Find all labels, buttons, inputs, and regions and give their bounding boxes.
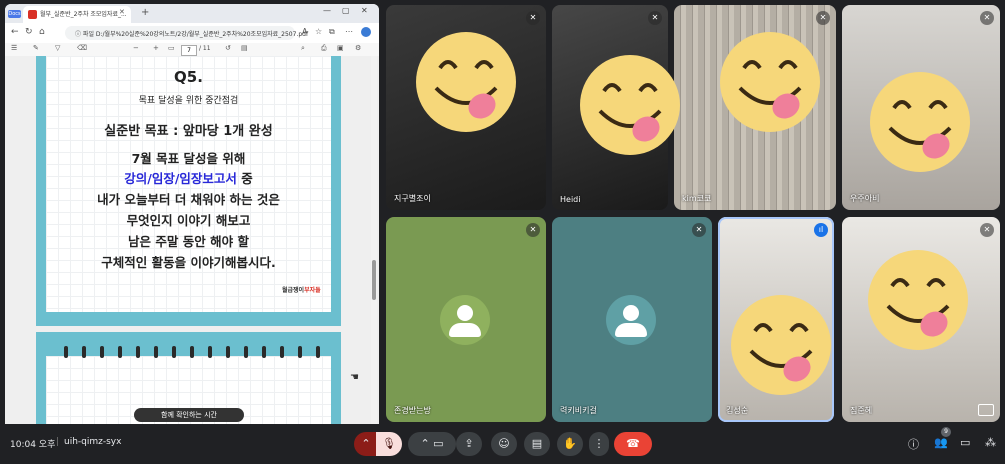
emoji-face-overlays: [414, 30, 972, 397]
more-options-button[interactable]: ⋮: [589, 432, 609, 456]
emoji-face: [718, 30, 822, 134]
emoji-face: [578, 53, 682, 157]
emoji-face: [866, 248, 970, 352]
mic-toggle-button[interactable]: 🎙: [376, 432, 402, 456]
present-screen-button[interactable]: ⇪: [456, 432, 482, 456]
activities-icon[interactable]: ⁂: [985, 436, 996, 449]
separator: |: [56, 437, 60, 447]
emoji-face: [868, 70, 972, 174]
chat-icon[interactable]: ▭: [960, 436, 970, 449]
mic-options-button[interactable]: ⌃: [354, 432, 378, 456]
emoji-face: [729, 293, 833, 397]
emoji-face: [414, 30, 518, 134]
meeting-control-bar: 10:04 오후 | uih-qimz-syx ⌃ 🎙 ⌃ ▭ ⇪ ☺ ▤ ✋ …: [0, 424, 1005, 464]
captions-button[interactable]: ▤: [524, 432, 550, 456]
participant-count-badge: 9: [941, 427, 951, 437]
people-icon[interactable]: 👥: [934, 436, 948, 449]
end-call-button[interactable]: ☎: [614, 432, 652, 456]
meeting-code: uih-qimz-syx: [64, 437, 122, 447]
camera-toggle-button[interactable]: ⌃ ▭: [408, 432, 456, 456]
meeting-time: 10:04 오후: [10, 440, 56, 450]
raise-hand-button[interactable]: ✋: [557, 432, 583, 456]
meeting-info-icon[interactable]: ⓘ: [908, 436, 919, 452]
emoji-reaction-button[interactable]: ☺: [491, 432, 517, 456]
